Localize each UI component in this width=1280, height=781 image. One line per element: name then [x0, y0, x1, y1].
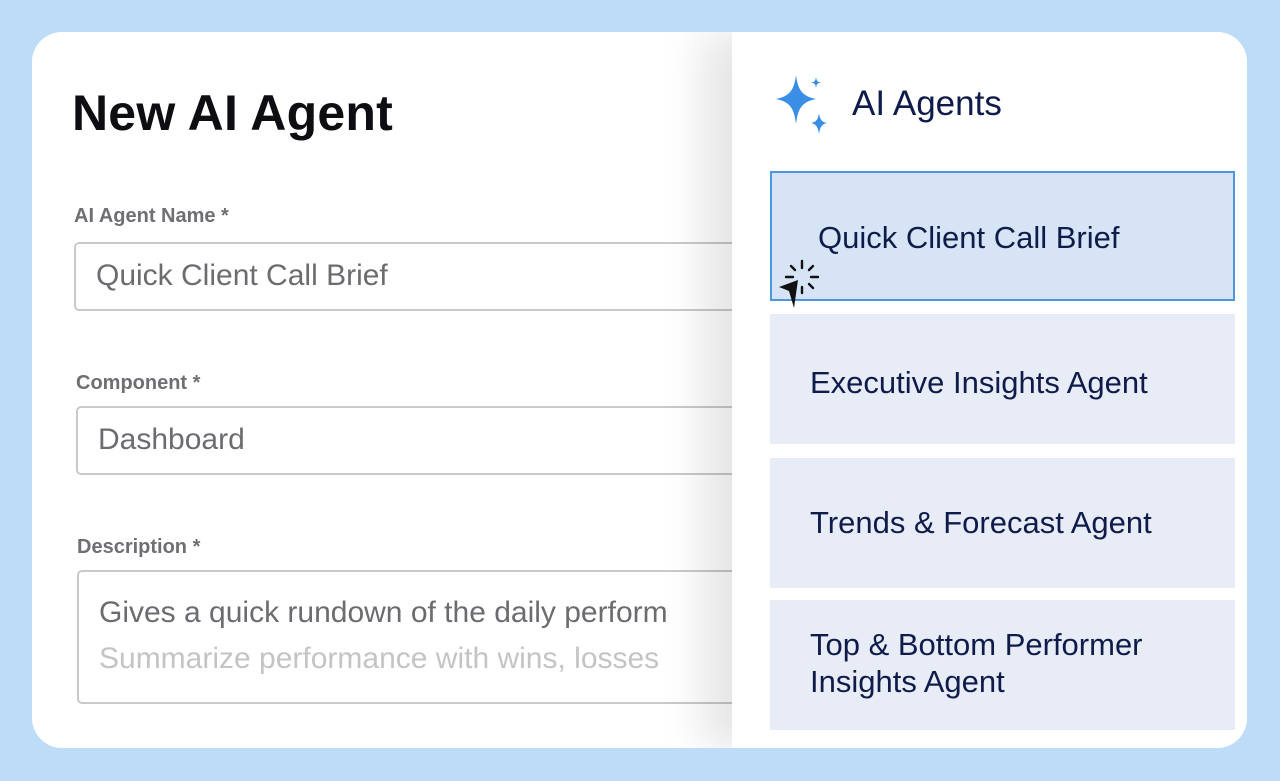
- agent-item-label: Trends & Forecast Agent: [810, 505, 1152, 540]
- agent-item-label: Executive Insights Agent: [810, 365, 1148, 400]
- agent-item-quick-client-call-brief[interactable]: Quick Client Call Brief: [770, 171, 1235, 301]
- component-select[interactable]: Dashboard: [76, 406, 796, 475]
- ai-agents-panel: AI Agents Quick Client Call Brief Execut…: [732, 32, 1247, 748]
- agent-item-label: Quick Client Call Brief: [818, 220, 1120, 255]
- description-line-2: Summarize performance with wins, losses: [99, 642, 660, 675]
- agent-item-top-bottom-performer[interactable]: Top & Bottom Performer Insights Agent: [770, 600, 1235, 730]
- sparkle-icon: [776, 75, 827, 134]
- component-value: Dashboard: [98, 423, 245, 456]
- agent-name-value: Quick Client Call Brief: [96, 259, 388, 292]
- description-line-1: Gives a quick rundown of the daily perfo…: [99, 596, 668, 629]
- page-title: New AI Agent: [72, 85, 393, 141]
- new-agent-form: New AI Agent AI Agent Name * Quick Clien…: [32, 32, 797, 748]
- description-label: Description *: [77, 536, 201, 558]
- agent-name-input[interactable]: Quick Client Call Brief: [74, 242, 794, 311]
- component-label: Component *: [76, 372, 201, 394]
- agent-item-executive-insights[interactable]: Executive Insights Agent: [770, 314, 1235, 444]
- agent-item-label-line-1: Top & Bottom Performer: [810, 627, 1143, 662]
- agent-item-label-line-2: Insights Agent: [810, 664, 1005, 699]
- agent-name-label: AI Agent Name *: [74, 205, 229, 227]
- panel-title: AI Agents: [852, 84, 1002, 123]
- description-textarea[interactable]: Gives a quick rundown of the daily perfo…: [77, 570, 797, 704]
- mouse-cursor-icon: [779, 259, 820, 308]
- main-card: New AI Agent AI Agent Name * Quick Clien…: [32, 32, 1247, 748]
- agent-item-trends-forecast[interactable]: Trends & Forecast Agent: [770, 458, 1235, 588]
